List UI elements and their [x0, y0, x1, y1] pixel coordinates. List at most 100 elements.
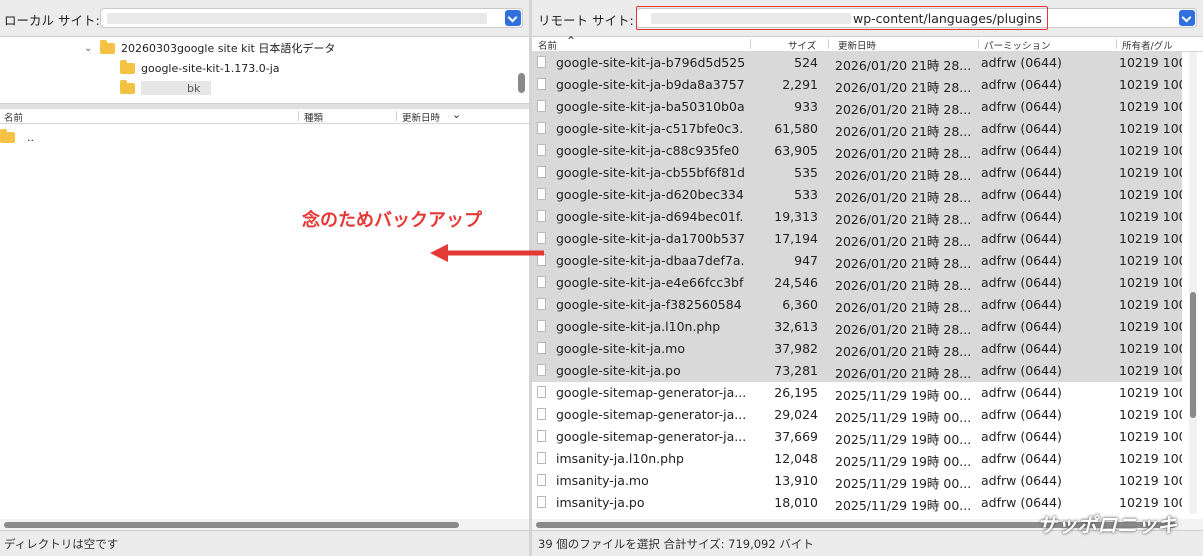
- file-row[interactable]: google-site-kit-ja-b796d5d525 524 2026/01/…: [532, 52, 1182, 74]
- file-owner: 10219 100: [1119, 209, 1182, 224]
- file-icon: [537, 166, 546, 178]
- remote-vertical-scrollbar[interactable]: [1189, 52, 1197, 514]
- file-icon: [537, 452, 546, 464]
- file-row[interactable]: google-site-kit-ja.l10n.php 32,613 2026/01…: [532, 316, 1182, 338]
- column-divider[interactable]: [1116, 39, 1117, 49]
- tree-item-label: bk: [187, 81, 201, 95]
- file-owner: 10219 100: [1119, 385, 1182, 400]
- chevron-down-icon[interactable]: [505, 10, 521, 26]
- file-modified: 2026/01/20 21時 28...: [835, 344, 972, 359]
- file-size: 37,669: [774, 429, 818, 444]
- file-icon: [537, 408, 546, 420]
- folder-icon: [120, 79, 135, 94]
- file-name: google-site-kit-ja-c517bfe0c3.: [556, 121, 744, 136]
- scroll-thumb[interactable]: [1190, 292, 1196, 418]
- file-row[interactable]: google-site-kit-ja-ba50310b0a 933 2026/01/…: [532, 96, 1182, 118]
- local-pane: ローカル サイト: ⌄ 20260303google site kit 日本語化…: [0, 0, 529, 556]
- column-name[interactable]: 名前: [4, 110, 23, 124]
- parent-directory-row[interactable]: ..: [0, 128, 34, 146]
- file-name: google-site-kit-ja.l10n.php: [556, 319, 721, 334]
- file-size: 533: [794, 187, 818, 202]
- file-permission: adfrw (0644): [981, 77, 1062, 92]
- column-divider[interactable]: [750, 39, 751, 49]
- file-owner: 10219 100: [1119, 297, 1182, 312]
- file-row[interactable]: google-site-kit-ja-da1700b537 17,194 2026/…: [532, 228, 1182, 250]
- file-icon: [537, 386, 546, 398]
- remote-status-text: 39 個のファイルを選択 合計サイズ: 719,092 バイト: [538, 537, 814, 551]
- column-owner[interactable]: 所有者/グル: [1122, 38, 1173, 52]
- column-divider[interactable]: [396, 111, 397, 121]
- file-row[interactable]: google-sitemap-generator-ja... 37,669 2025…: [532, 426, 1182, 448]
- tree-item[interactable]: bk: [120, 79, 211, 97]
- sort-descending-icon[interactable]: ⌄: [452, 108, 461, 121]
- file-row[interactable]: google-site-kit-ja-dbaa7def7a. 947 2026/01…: [532, 250, 1182, 272]
- file-row[interactable]: google-site-kit-ja-cb55bf6f81d 535 2026/01…: [532, 162, 1182, 184]
- file-row[interactable]: google-site-kit-ja.mo 37,982 2026/01/20 21…: [532, 338, 1182, 360]
- sort-ascending-icon[interactable]: ⌃: [566, 34, 576, 48]
- file-size: 13,910: [774, 473, 818, 488]
- scroll-thumb[interactable]: [4, 522, 459, 528]
- chevron-down-icon[interactable]: ⌄: [84, 43, 94, 54]
- file-name: google-sitemap-generator-ja...: [556, 429, 746, 444]
- file-icon: [537, 144, 546, 156]
- column-type[interactable]: 種類: [304, 110, 323, 124]
- folder-icon: [100, 39, 115, 54]
- column-divider[interactable]: [978, 39, 979, 49]
- file-icon: [537, 364, 546, 376]
- file-icon: [537, 430, 546, 442]
- file-modified: 2025/11/29 19時 00...: [835, 432, 972, 447]
- tree-scrollbar[interactable]: [518, 73, 525, 93]
- remote-list-header: 名前 ⌃ サイズ 更新日時 パーミッション 所有者/グル: [532, 34, 1203, 52]
- file-size: 24,546: [774, 275, 818, 290]
- tree-item[interactable]: ⌄ 20260303google site kit 日本語化データ: [84, 39, 335, 57]
- file-owner: 10219 100: [1119, 99, 1182, 114]
- column-size[interactable]: サイズ: [788, 38, 816, 52]
- file-row[interactable]: google-site-kit-ja-d620bec334 533 2026/01/…: [532, 184, 1182, 206]
- file-icon: [537, 56, 546, 68]
- file-permission: adfrw (0644): [981, 495, 1062, 510]
- file-row[interactable]: google-site-kit-ja-f382560584 6,360 2026/0…: [532, 294, 1182, 316]
- file-modified: 2026/01/20 21時 28...: [835, 58, 972, 73]
- local-horizontal-scrollbar[interactable]: [0, 519, 529, 530]
- file-modified: 2026/01/20 21時 28...: [835, 234, 972, 249]
- file-row[interactable]: google-site-kit-ja-d694bec01f. 19,313 2026…: [532, 206, 1182, 228]
- file-size: 12,048: [774, 451, 818, 466]
- file-size: 61,580: [774, 121, 818, 136]
- local-path-combo[interactable]: [100, 8, 523, 28]
- column-divider[interactable]: [298, 111, 299, 121]
- file-row[interactable]: imsanity-ja.l10n.php 12,048 2025/11/29 19時…: [532, 448, 1182, 470]
- file-row[interactable]: imsanity-ja.mo 13,910 2025/11/29 19時 00...…: [532, 470, 1182, 492]
- local-status-text: ディレクトリは空です: [4, 537, 119, 551]
- column-modified[interactable]: 更新日時: [402, 110, 440, 124]
- file-size: 933: [794, 99, 818, 114]
- chevron-down-icon[interactable]: [1179, 10, 1195, 26]
- file-row[interactable]: google-site-kit-ja-c517bfe0c3. 61,580 2026…: [532, 118, 1182, 140]
- file-modified: 2025/11/29 19時 00...: [835, 498, 972, 513]
- file-icon: [537, 298, 546, 310]
- file-size: 63,905: [774, 143, 818, 158]
- tree-item[interactable]: google-site-kit-1.173.0-ja: [120, 59, 280, 77]
- redacted-name: [141, 81, 211, 95]
- column-divider[interactable]: [828, 39, 829, 49]
- file-permission: adfrw (0644): [981, 121, 1062, 136]
- remote-site-label: リモート サイト:: [538, 13, 634, 28]
- file-permission: adfrw (0644): [981, 407, 1062, 422]
- column-name[interactable]: 名前: [538, 38, 557, 52]
- file-modified: 2025/11/29 19時 00...: [835, 410, 972, 425]
- file-size: 524: [794, 55, 818, 70]
- folder-icon: [0, 128, 15, 143]
- column-modified[interactable]: 更新日時: [838, 38, 876, 52]
- file-owner: 10219 100: [1119, 253, 1182, 268]
- file-row[interactable]: google-sitemap-generator-ja... 29,024 2025…: [532, 404, 1182, 426]
- file-row[interactable]: google-site-kit-ja-c88c935fe0 63,905 2026/…: [532, 140, 1182, 162]
- file-modified: 2026/01/20 21時 28...: [835, 80, 972, 95]
- file-owner: 10219 100: [1119, 275, 1182, 290]
- file-row[interactable]: google-sitemap-generator-ja... 26,195 2025…: [532, 382, 1182, 404]
- column-permission[interactable]: パーミッション: [984, 38, 1051, 52]
- file-size: 73,281: [774, 363, 818, 378]
- file-row[interactable]: google-site-kit-ja-e4e66fcc3bf 24,546 2026…: [532, 272, 1182, 294]
- file-permission: adfrw (0644): [981, 231, 1062, 246]
- file-owner: 10219 100: [1119, 143, 1182, 158]
- file-row[interactable]: google-site-kit-ja.po 73,281 2026/01/20 21…: [532, 360, 1182, 382]
- file-row[interactable]: google-site-kit-ja-b9da8a3757 2,291 2026/0…: [532, 74, 1182, 96]
